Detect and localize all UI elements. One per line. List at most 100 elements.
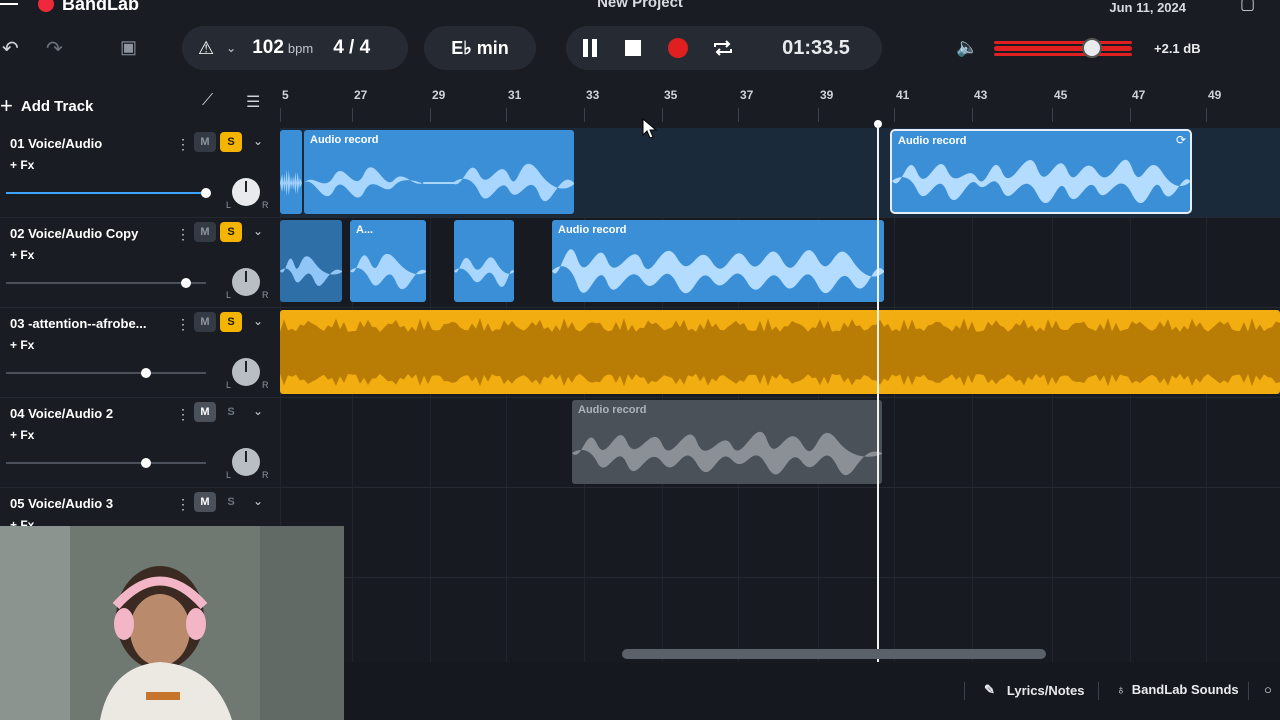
solo-button[interactable]: S	[220, 402, 242, 422]
bar-number: 27	[354, 88, 368, 102]
solo-button[interactable]: S	[220, 312, 242, 332]
stop-button[interactable]	[611, 26, 655, 70]
master-volume-thumb[interactable]	[1082, 38, 1102, 58]
track-header[interactable]: 04 Voice/Audio 2 + Fx ⋮ M S ⌄ L R	[0, 398, 280, 488]
record-icon	[668, 38, 688, 58]
bpm-value[interactable]: 102	[252, 37, 284, 59]
track-menu-icon[interactable]: ⋮	[176, 316, 190, 333]
chevron-down-icon[interactable]: ⌄	[253, 494, 263, 508]
audio-region-muted[interactable]: Audio record	[572, 400, 882, 484]
pause-icon	[583, 39, 597, 57]
playhead[interactable]	[877, 124, 879, 662]
master-volume-slider[interactable]	[994, 41, 1132, 56]
volume-thumb[interactable]	[181, 278, 191, 288]
track-menu-icon[interactable]: ⋮	[176, 136, 190, 153]
track-name[interactable]: 05 Voice/Audio 3	[10, 496, 165, 511]
track-header[interactable]: 05 Voice/Audio 3+ Fx⋮MS⌄LR	[0, 488, 280, 526]
track-menu-icon[interactable]: ⋮	[176, 406, 190, 423]
track-volume-slider[interactable]	[6, 188, 211, 198]
add-fx-button[interactable]: + Fx	[10, 428, 34, 442]
track-menu-icon[interactable]: ⋮	[176, 496, 190, 513]
audio-region[interactable]: A...	[350, 220, 426, 302]
track-lanes[interactable]: Audio record Audio record ⟳ A... Audio r…	[280, 128, 1280, 662]
track-header[interactable]: 03 -attention--afrobe... + Fx ⋮ M S ⌄ L R	[0, 308, 280, 398]
chevron-down-icon[interactable]: ⌄	[253, 134, 263, 148]
pen-icon: ✎	[984, 682, 995, 697]
audio-region[interactable]	[280, 220, 342, 302]
pause-button[interactable]	[568, 26, 612, 70]
mute-button[interactable]: M	[194, 132, 216, 152]
lyrics-notes-button[interactable]: ✎ Lyrics/Notes	[984, 682, 1084, 698]
mute-button[interactable]: M	[194, 222, 216, 242]
lane-track-5[interactable]	[280, 488, 1280, 578]
chevron-down-icon[interactable]: ⌄	[226, 41, 236, 55]
divider	[964, 682, 965, 700]
track-menu-icon[interactable]: ⋮	[176, 226, 190, 243]
mixer-view-icon[interactable]: ▣	[120, 37, 137, 58]
search-icon[interactable]: ○	[1264, 682, 1272, 697]
solo-button[interactable]: S	[220, 132, 242, 152]
track-volume-slider[interactable]	[6, 368, 206, 378]
bandlab-sounds-button[interactable]: ♁ BandLab Sounds	[1116, 682, 1239, 697]
audio-region[interactable]: Audio record	[552, 220, 884, 302]
add-fx-button[interactable]: + Fx	[10, 158, 34, 172]
solo-button[interactable]: S	[220, 492, 242, 512]
track-volume-slider[interactable]	[6, 278, 206, 288]
track-name[interactable]: 02 Voice/Audio Copy	[10, 226, 165, 241]
undo-icon[interactable]: ↶	[2, 36, 19, 61]
key-button[interactable]: E♭ min	[424, 26, 536, 70]
pan-knob[interactable]	[232, 268, 260, 296]
project-title[interactable]: New Project	[0, 0, 1280, 11]
automation-icon[interactable]: ⟋	[202, 92, 213, 110]
loop-region-icon[interactable]: ⟳	[1176, 133, 1186, 147]
audio-region[interactable]: Audio record	[304, 130, 574, 214]
chevron-down-icon[interactable]: ⌄	[253, 314, 263, 328]
bar-tick	[352, 108, 353, 122]
redo-icon[interactable]: ↷	[46, 36, 63, 61]
waveform	[552, 249, 884, 294]
loop-button[interactable]	[701, 26, 745, 70]
track-name[interactable]: 04 Voice/Audio 2	[10, 406, 165, 421]
add-fx-button[interactable]: + Fx	[10, 338, 34, 352]
region-label: Audio record	[898, 135, 967, 147]
chevron-down-icon[interactable]: ⌄	[253, 224, 263, 238]
track-header[interactable]: 01 Voice/Audio + Fx ⋮ M S ⌄ L R	[0, 128, 280, 218]
add-fx-button[interactable]: + Fx	[10, 248, 34, 262]
volume-thumb[interactable]	[201, 188, 211, 198]
metronome-icon[interactable]: ⚠	[198, 38, 214, 59]
pan-left-label: L	[226, 380, 232, 390]
track-volume-slider[interactable]	[6, 458, 206, 468]
bar-tick	[280, 108, 281, 122]
add-fx-button[interactable]: + Fx	[10, 518, 34, 526]
audio-region-selected[interactable]: Audio record ⟳	[890, 129, 1192, 214]
time-signature[interactable]: 4 / 4	[333, 37, 370, 59]
audio-region-music[interactable]	[280, 310, 1280, 394]
mute-button[interactable]: M	[194, 402, 216, 422]
pan-knob[interactable]	[232, 178, 260, 206]
chevron-down-icon[interactable]: ⌄	[253, 404, 263, 418]
pan-knob[interactable]	[232, 448, 260, 476]
audio-region[interactable]	[454, 220, 514, 302]
bar-number: 29	[432, 88, 446, 102]
audio-region[interactable]	[280, 130, 302, 214]
stop-icon	[625, 40, 641, 56]
solo-button[interactable]: S	[220, 222, 242, 242]
volume-thumb[interactable]	[141, 458, 151, 468]
add-track-button[interactable]: + Add Track	[0, 92, 93, 120]
save-icon[interactable]: ▢	[1240, 0, 1255, 14]
track-settings-icon[interactable]: ☰	[246, 92, 260, 112]
speaker-icon[interactable]: 🔈	[956, 37, 978, 58]
track-header[interactable]: 02 Voice/Audio Copy + Fx ⋮ M S ⌄ L R	[0, 218, 280, 308]
track-name[interactable]: 01 Voice/Audio	[10, 136, 165, 151]
mute-button[interactable]: M	[194, 312, 216, 332]
pan-knob[interactable]	[232, 358, 260, 386]
record-button[interactable]	[656, 26, 700, 70]
divider	[1248, 682, 1249, 700]
mute-button[interactable]: M	[194, 492, 216, 512]
timeline-ruler[interactable]: 5 27 29 31 33 35 37 39 41 43 45 47 49	[280, 84, 1280, 128]
pan-right-label: R	[262, 380, 269, 390]
volume-thumb[interactable]	[141, 368, 151, 378]
bar-tick	[1130, 108, 1131, 122]
horizontal-scrollbar[interactable]	[622, 649, 1046, 659]
track-name[interactable]: 03 -attention--afrobe...	[10, 316, 165, 331]
